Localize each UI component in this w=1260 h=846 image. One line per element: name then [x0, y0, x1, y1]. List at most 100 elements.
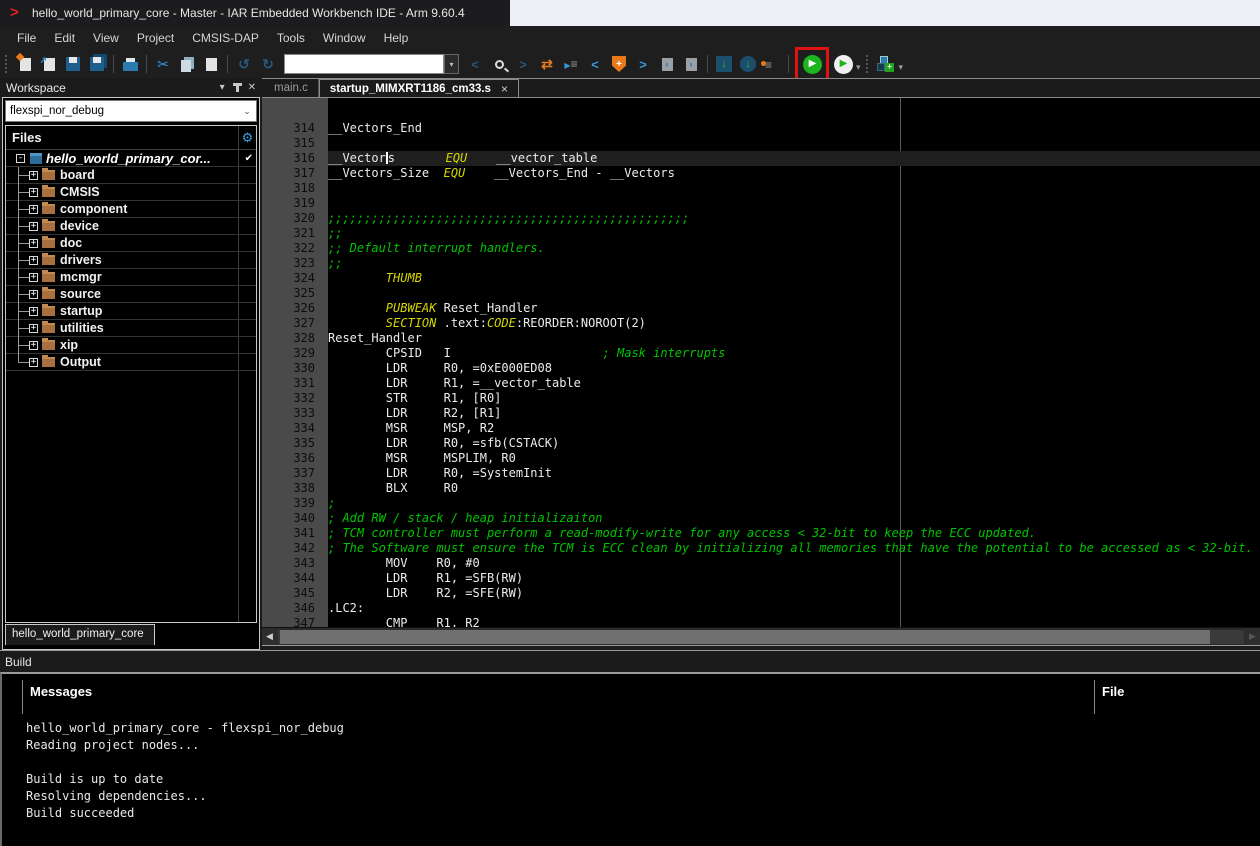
expand-box-icon[interactable]: +: [29, 171, 38, 180]
code-line[interactable]: 325: [262, 286, 1260, 301]
code-line[interactable]: 326 PUBWEAK Reset_Handler: [262, 301, 1260, 316]
tree-row-utilities[interactable]: +utilities: [6, 320, 256, 337]
expand-box-icon[interactable]: +: [29, 307, 38, 316]
code-line[interactable]: 331 LDR R1, =__vector_table: [262, 376, 1260, 391]
tree-row-xip[interactable]: +xip: [6, 337, 256, 354]
scrollbar-track[interactable]: [278, 630, 1244, 644]
tree-row-cmsis[interactable]: +CMSIS: [6, 184, 256, 201]
tree-row-board[interactable]: +board: [6, 167, 256, 184]
code-line[interactable]: 328Reset_Handler: [262, 331, 1260, 346]
menu-item-edit[interactable]: Edit: [45, 27, 84, 49]
code-line[interactable]: 347 CMP R1, R2: [262, 616, 1260, 627]
code-line[interactable]: 338 BLX R0: [262, 481, 1260, 496]
expand-box-icon[interactable]: +: [29, 239, 38, 248]
project-tree-row[interactable]: - hello_world_primary_cor... ✔: [6, 150, 256, 167]
code-line[interactable]: 319: [262, 196, 1260, 211]
tree-row-component[interactable]: +component: [6, 201, 256, 218]
tree-row-doc[interactable]: +doc: [6, 235, 256, 252]
next-bookmark-button[interactable]: >: [631, 53, 655, 75]
code-line[interactable]: 318: [262, 181, 1260, 196]
new-document-button[interactable]: [13, 53, 37, 75]
build-dropdown-caret[interactable]: ▾: [899, 62, 904, 73]
tab-main-c[interactable]: main.c: [264, 79, 319, 97]
build-message-line[interactable]: Reading project nodes...: [26, 737, 344, 754]
expand-box-icon[interactable]: +: [29, 256, 38, 265]
open-document-button[interactable]: ↗: [37, 53, 61, 75]
expand-box-icon[interactable]: +: [29, 205, 38, 214]
tree-row-output[interactable]: +Output: [6, 354, 256, 371]
paste-button[interactable]: [199, 53, 223, 75]
expand-box-icon[interactable]: +: [29, 188, 38, 197]
code-line[interactable]: 330 LDR R0, =0xE000ED08: [262, 361, 1260, 376]
download-button[interactable]: ↓: [712, 53, 736, 75]
tree-row-source[interactable]: +source: [6, 286, 256, 303]
code-line[interactable]: 333 LDR R2, [R1]: [262, 406, 1260, 421]
cut-button[interactable]: ✂: [151, 53, 175, 75]
code-line[interactable]: 345 LDR R2, =SFE(RW): [262, 586, 1260, 601]
chevron-down-icon[interactable]: ⌄: [238, 106, 256, 117]
expand-box-icon[interactable]: +: [29, 341, 38, 350]
toggle-bookmark-button[interactable]: +: [607, 53, 631, 75]
gear-icon[interactable]: ⚙: [239, 130, 256, 146]
code-line[interactable]: 320;;;;;;;;;;;;;;;;;;;;;;;;;;;;;;;;;;;;;…: [262, 211, 1260, 226]
code-line[interactable]: 316__Vectors EQU __vector_table: [262, 151, 1260, 166]
tree-row-startup[interactable]: +startup: [6, 303, 256, 320]
find-previous-button[interactable]: <: [463, 53, 487, 75]
expand-box-icon[interactable]: +: [29, 290, 38, 299]
expand-box-icon[interactable]: +: [29, 358, 38, 367]
go-to-button[interactable]: ▶≡: [559, 53, 583, 75]
menu-item-project[interactable]: Project: [128, 27, 183, 49]
download-and-debug-button[interactable]: ▶: [802, 53, 822, 75]
expand-box-icon[interactable]: +: [29, 324, 38, 333]
expand-box-icon[interactable]: +: [29, 222, 38, 231]
menu-item-cmsis-dap[interactable]: CMSIS-DAP: [183, 27, 268, 49]
tree-row-drivers[interactable]: +drivers: [6, 252, 256, 269]
undo-button[interactable]: ↺: [232, 53, 256, 75]
horizontal-scrollbar[interactable]: ◀ ▶: [262, 627, 1260, 645]
scroll-right-arrow-icon[interactable]: ▶: [1245, 629, 1260, 645]
save-button[interactable]: [61, 53, 85, 75]
search-input[interactable]: [284, 54, 444, 74]
code-line[interactable]: 339;: [262, 496, 1260, 511]
save-all-button[interactable]: [85, 53, 109, 75]
code-line[interactable]: 343 MOV R0, #0: [262, 556, 1260, 571]
build-message-line[interactable]: [26, 754, 344, 771]
build-message-line[interactable]: Build succeeded: [26, 805, 344, 822]
menu-item-help[interactable]: Help: [375, 27, 418, 49]
build-message-line[interactable]: hello_world_primary_core - flexspi_nor_d…: [26, 720, 344, 737]
print-button[interactable]: [118, 53, 142, 75]
code-line[interactable]: 323;;: [262, 256, 1260, 271]
code-line[interactable]: 342; The Software must ensure the TCM is…: [262, 541, 1260, 556]
menu-item-tools[interactable]: Tools: [268, 27, 314, 49]
workspace-menu-icon[interactable]: ▾: [220, 82, 225, 93]
debug-dropdown-caret[interactable]: ▾: [856, 62, 861, 73]
code-line[interactable]: 315: [262, 136, 1260, 151]
build-message-line[interactable]: Resolving dependencies...: [26, 788, 344, 805]
scrollbar-thumb[interactable]: [280, 630, 1210, 644]
menu-item-file[interactable]: File: [8, 27, 45, 49]
expand-box-icon[interactable]: +: [29, 273, 38, 282]
menu-item-window[interactable]: Window: [314, 27, 375, 49]
menu-item-view[interactable]: View: [84, 27, 128, 49]
build-message-line[interactable]: Build is up to date: [26, 771, 344, 788]
workspace-project-tab[interactable]: hello_world_primary_core: [5, 624, 155, 645]
code-line[interactable]: 344 LDR R1, =SFB(RW): [262, 571, 1260, 586]
download-active-button[interactable]: ↓: [736, 53, 760, 75]
close-tab-icon[interactable]: ×: [501, 82, 508, 96]
find-next-button[interactable]: >: [511, 53, 535, 75]
file-column-separator[interactable]: [1094, 680, 1095, 714]
code-line[interactable]: 329 CPSID I ; Mask interrupts: [262, 346, 1260, 361]
code-line[interactable]: 324 THUMB: [262, 271, 1260, 286]
code-editor[interactable]: 314__Vectors_End315316__Vectors EQU __ve…: [262, 98, 1260, 627]
close-icon[interactable]: ✕: [248, 82, 256, 93]
code-line[interactable]: 337 LDR R0, =SystemInit: [262, 466, 1260, 481]
tab-startup-file[interactable]: startup_MIMXRT1186_cm33.s ×: [319, 79, 519, 97]
configuration-selector[interactable]: flexspi_nor_debug ⌄: [5, 100, 257, 122]
code-line[interactable]: 335 LDR R0, =sfb(CSTACK): [262, 436, 1260, 451]
find-button[interactable]: [487, 53, 511, 75]
code-line[interactable]: 332 STR R1, [R0]: [262, 391, 1260, 406]
scroll-left-arrow-icon[interactable]: ◀: [262, 629, 277, 645]
code-line[interactable]: 336 MSR MSPLIM, R0: [262, 451, 1260, 466]
code-line[interactable]: 321;;: [262, 226, 1260, 241]
code-line[interactable]: 334 MSR MSP, R2: [262, 421, 1260, 436]
